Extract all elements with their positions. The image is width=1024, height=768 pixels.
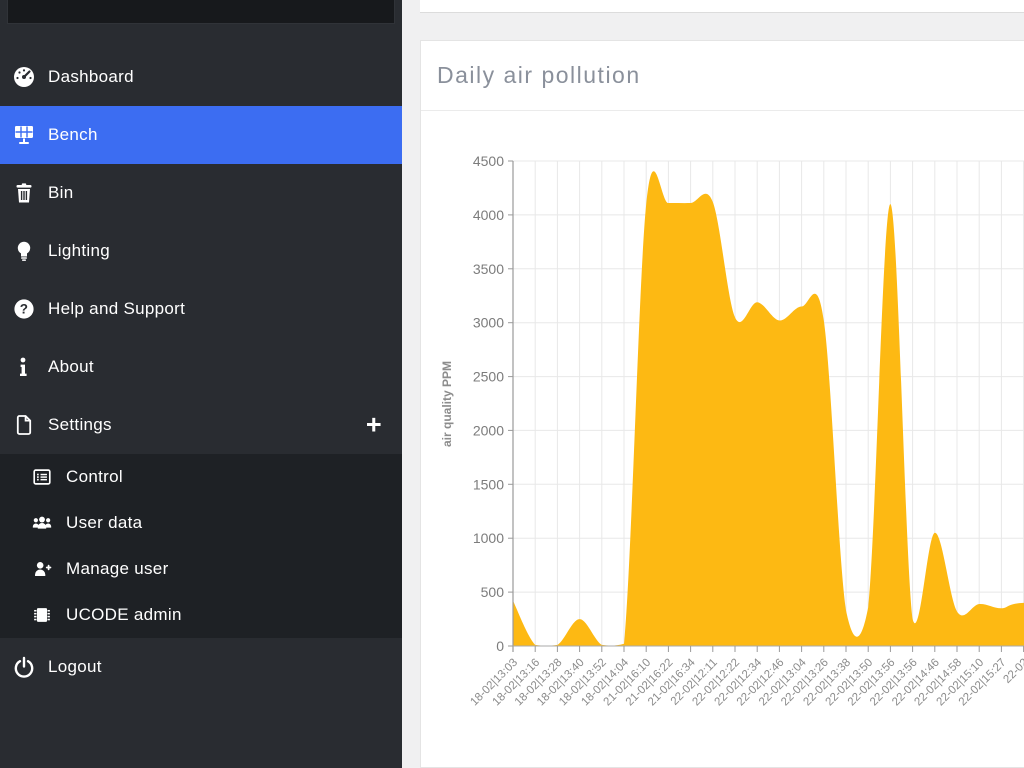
y-axis-tick-label: 3500 <box>473 261 504 277</box>
sidebar-item-label: Bin <box>48 183 73 203</box>
sidebar-item-lighting[interactable]: Lighting <box>0 222 402 280</box>
sidebar-item-label: UCODE admin <box>66 605 182 625</box>
x-axis-tick-label: 22-02 <box>1001 657 1024 686</box>
solar-panel-icon <box>11 122 37 148</box>
settings-expand-button[interactable]: + <box>366 412 382 439</box>
card-header: Daily air pollution <box>421 41 1024 111</box>
main-content: Daily air pollution 0 500 1000 1500 2000 2500… <box>402 0 1024 768</box>
sidebar-item-label: Settings <box>48 415 112 435</box>
y-axis-tick-label: 2500 <box>473 369 504 385</box>
trash-icon <box>11 180 37 206</box>
air-pollution-card: Daily air pollution 0 500 1000 1500 2000 2500… <box>420 40 1024 768</box>
sidebar-item-user-data[interactable]: User data <box>0 500 402 546</box>
svg-text:?: ? <box>20 302 29 317</box>
sidebar-settings-submenu: Control User data Manage user UCODE admin <box>0 454 402 638</box>
y-axis-title: air quality PPM <box>440 361 454 447</box>
sidebar-item-label: User data <box>66 513 142 533</box>
y-axis-tick-label: 3000 <box>473 315 504 331</box>
sidebar-item-label: About <box>48 357 94 377</box>
sidebar-item-label: Lighting <box>48 241 110 261</box>
area-series <box>513 171 1024 646</box>
sidebar-item-manage-user[interactable]: Manage user <box>0 546 402 592</box>
sidebar-nav: Dashboard Bench Bin Lighting? Help and Suppo… <box>0 48 402 454</box>
top-navbar <box>420 0 1024 13</box>
users-icon <box>29 510 55 536</box>
sidebar-item-label: Logout <box>48 657 102 677</box>
y-axis-tick-label: 1500 <box>473 476 504 492</box>
sidebar-item-ucode-admin[interactable]: UCODE admin <box>0 592 402 638</box>
brand-logo-box <box>7 0 395 24</box>
y-axis-tick-label: 1000 <box>473 530 504 546</box>
sidebar-item-label: Control <box>66 467 123 487</box>
sidebar: Dashboard Bench Bin Lighting? Help and Suppo… <box>0 0 402 768</box>
sidebar-item-bench[interactable]: Bench <box>0 106 402 164</box>
sidebar-item-logout[interactable]: Logout <box>0 638 402 696</box>
sidebar-item-about[interactable]: About <box>0 338 402 396</box>
sidebar-item-label: Bench <box>48 125 98 145</box>
sidebar-item-label: Manage user <box>66 559 169 579</box>
y-axis-tick-label: 2000 <box>473 422 504 438</box>
y-axis-tick-label: 4000 <box>473 207 504 223</box>
lightbulb-icon <box>11 238 37 264</box>
microchip-icon <box>29 602 55 628</box>
sidebar-item-settings[interactable]: Settings + <box>0 396 402 454</box>
y-axis-tick-label: 4500 <box>473 153 504 169</box>
sidebar-item-dashboard[interactable]: Dashboard <box>0 48 402 106</box>
sidebar-item-label: Help and Support <box>48 299 185 319</box>
dashboard-icon <box>11 64 37 90</box>
air-pollution-chart: 05001000150020002500300035004000450018-0… <box>421 111 1024 767</box>
sidebar-item-help-and-support[interactable]: ? Help and Support <box>0 280 402 338</box>
list-icon <box>29 464 55 490</box>
help-icon: ? <box>11 296 37 322</box>
sidebar-footer-nav: Logout <box>0 638 402 696</box>
sidebar-item-control[interactable]: Control <box>0 454 402 500</box>
chart-area: 05001000150020002500300035004000450018-0… <box>421 111 1024 767</box>
sidebar-item-label: Dashboard <box>48 67 134 87</box>
file-icon <box>11 412 37 438</box>
info-icon <box>11 354 37 380</box>
card-title: Daily air pollution <box>437 62 641 89</box>
sidebar-item-bin[interactable]: Bin <box>0 164 402 222</box>
power-icon <box>11 654 37 680</box>
y-axis-tick-label: 500 <box>481 584 505 600</box>
user-plus-icon <box>29 556 55 582</box>
y-axis-tick-label: 0 <box>496 638 504 654</box>
